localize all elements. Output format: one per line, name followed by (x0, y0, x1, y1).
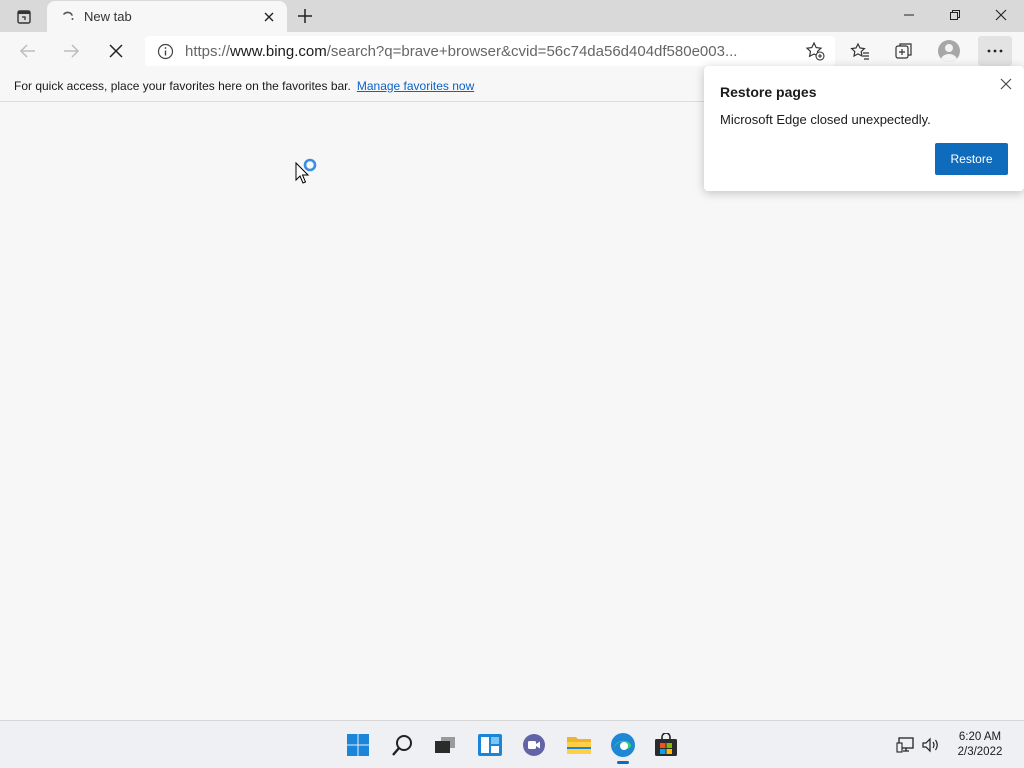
profile-button[interactable] (932, 36, 966, 66)
tab-actions-button[interactable] (8, 6, 40, 28)
store-button[interactable] (646, 729, 686, 761)
minimize-button[interactable] (886, 0, 932, 30)
close-icon (995, 9, 1007, 21)
tab-title: New tab (84, 9, 132, 24)
busy-cursor-icon (295, 158, 321, 189)
active-app-indicator (617, 761, 629, 764)
restore-button[interactable]: Restore (935, 143, 1008, 175)
close-tab-icon[interactable] (255, 3, 283, 31)
tab-actions-icon (17, 10, 31, 24)
start-icon (347, 734, 369, 756)
store-icon (655, 733, 677, 756)
star-add-icon (805, 41, 825, 61)
collections-button[interactable] (887, 36, 921, 66)
search-icon (392, 735, 412, 756)
page-content (0, 103, 1024, 720)
stop-icon (109, 44, 123, 58)
favorites-bar-message: For quick access, place your favorites h… (14, 78, 351, 93)
favorites-button[interactable] (843, 36, 877, 66)
widgets-icon (478, 734, 502, 756)
loading-spinner-icon (61, 10, 75, 24)
forward-arrow-icon (64, 44, 80, 58)
file-explorer-icon (567, 737, 591, 754)
restore-down-button[interactable] (932, 0, 978, 30)
taskbar-search-button[interactable] (383, 729, 423, 761)
system-clock[interactable]: 6:20 AM 2/3/2022 (944, 730, 1016, 760)
add-favorite-button[interactable] (801, 38, 829, 64)
clock-date: 2/3/2022 (957, 746, 1003, 758)
popup-close-icon[interactable] (994, 72, 1018, 96)
popup-title: Restore pages (720, 84, 817, 100)
address-url[interactable]: https://www.bing.com/search?q=brave+brow… (185, 43, 785, 60)
clock-time: 6:20 AM (958, 731, 1002, 743)
forward-button[interactable] (55, 36, 87, 66)
stop-loading-button[interactable] (100, 36, 132, 66)
toolbar: https://www.bing.com/search?q=brave+brow… (0, 32, 1024, 70)
restore-down-icon (950, 10, 960, 20)
task-view-icon (435, 737, 455, 753)
collections-icon (895, 43, 912, 59)
network-icon[interactable] (895, 735, 917, 755)
edge-icon (611, 733, 635, 757)
close-window-button[interactable] (978, 0, 1024, 30)
favorites-icon (850, 42, 869, 60)
url-path: /search?q=brave+browser&cvid=56c74da56d4… (326, 42, 738, 60)
widgets-button[interactable] (470, 729, 510, 761)
new-tab-button[interactable] (290, 4, 320, 28)
volume-icon[interactable] (920, 735, 942, 755)
file-explorer-button[interactable] (559, 729, 599, 761)
title-bar: New tab (0, 0, 1024, 32)
manage-favorites-link[interactable]: Manage favorites now (357, 79, 474, 93)
edge-taskbar-button[interactable] (603, 729, 643, 764)
popup-message: Microsoft Edge closed unexpectedly. (720, 112, 931, 127)
url-scheme: https:// (185, 42, 231, 60)
address-bar[interactable]: https://www.bing.com/search?q=brave+brow… (145, 36, 835, 66)
restore-pages-popup: Restore pages Microsoft Edge closed unex… (704, 66, 1024, 191)
start-button[interactable] (338, 729, 378, 761)
plus-icon (298, 9, 312, 23)
url-host: www.bing.com (230, 42, 327, 60)
settings-more-button[interactable] (978, 36, 1012, 66)
chat-icon (523, 734, 545, 756)
more-dots-icon (987, 49, 1003, 53)
tab-new-tab[interactable]: New tab (47, 1, 287, 32)
site-info-icon[interactable] (145, 36, 185, 66)
minimize-icon (904, 14, 914, 16)
taskbar: 6:20 AM 2/3/2022 (0, 720, 1024, 768)
chat-button[interactable] (514, 729, 554, 761)
back-arrow-icon (19, 44, 35, 58)
avatar (938, 40, 960, 62)
back-button[interactable] (12, 36, 44, 66)
task-view-button[interactable] (425, 729, 465, 761)
